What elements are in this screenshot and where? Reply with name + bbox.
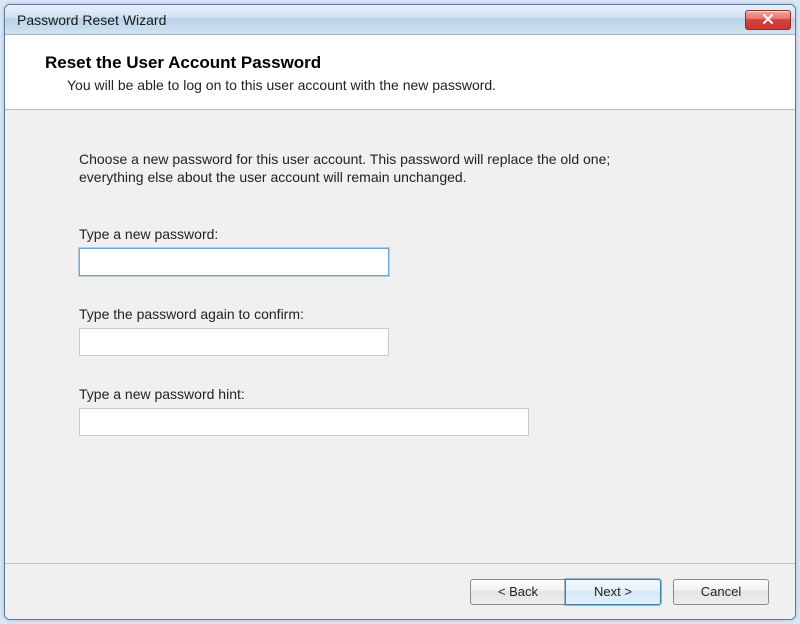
- hint-input[interactable]: [79, 408, 529, 436]
- page-title: Reset the User Account Password: [45, 53, 755, 73]
- window-title: Password Reset Wizard: [17, 12, 166, 28]
- page-subtitle: You will be able to log on to this user …: [45, 77, 755, 93]
- intro-text: Choose a new password for this user acco…: [79, 150, 639, 186]
- confirm-password-input[interactable]: [79, 328, 389, 356]
- nav-button-group: < Back Next >: [470, 579, 661, 605]
- cancel-button[interactable]: Cancel: [673, 579, 769, 605]
- next-button[interactable]: Next >: [565, 579, 661, 605]
- wizard-footer: < Back Next > Cancel: [5, 563, 795, 619]
- title-bar[interactable]: Password Reset Wizard: [5, 5, 795, 35]
- new-password-label: Type a new password:: [79, 226, 735, 242]
- hint-label: Type a new password hint:: [79, 386, 735, 402]
- new-password-input[interactable]: [79, 248, 389, 276]
- wizard-body: Choose a new password for this user acco…: [5, 110, 795, 563]
- confirm-password-block: Type the password again to confirm:: [79, 306, 735, 356]
- new-password-block: Type a new password:: [79, 226, 735, 276]
- close-button[interactable]: [745, 10, 791, 30]
- wizard-header: Reset the User Account Password You will…: [5, 35, 795, 110]
- wizard-window: Password Reset Wizard Reset the User Acc…: [4, 4, 796, 620]
- hint-block: Type a new password hint:: [79, 386, 735, 436]
- close-icon: [762, 13, 774, 27]
- confirm-password-label: Type the password again to confirm:: [79, 306, 735, 322]
- back-button[interactable]: < Back: [470, 579, 566, 605]
